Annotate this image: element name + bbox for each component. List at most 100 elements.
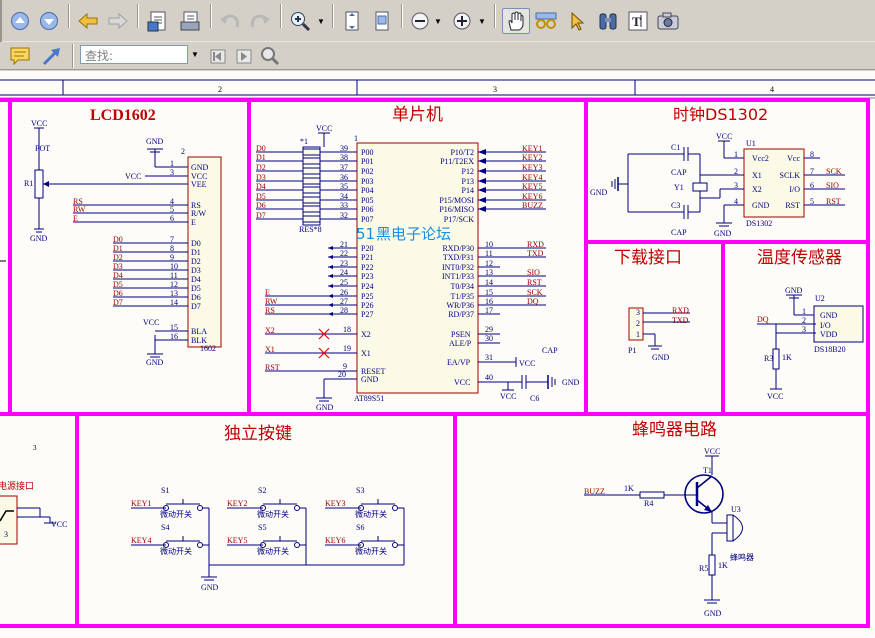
lcd-pin-name: D0 [191, 239, 201, 248]
switch-name: S4 [161, 523, 169, 532]
switch-name: S2 [258, 486, 266, 495]
pin-name: X2 [361, 330, 371, 339]
pin-name: P13 [462, 177, 474, 186]
net-label: KEY2 [522, 153, 542, 162]
c1-label: C1 [671, 143, 680, 152]
pin-num: 39 [340, 144, 348, 153]
temp-section: GND U2 GND I/O VDD 1 2 3 DQ R3 1K VCC DS… [757, 286, 864, 401]
snapshot-icon[interactable] [656, 9, 680, 33]
net-label: SIO [527, 268, 540, 277]
net-label: KEY5 [522, 182, 542, 191]
switch-label: 微动开关 [257, 546, 289, 556]
pin-name: X2 [752, 185, 762, 194]
zoom-in-icon[interactable] [288, 9, 312, 33]
key-net-label: KEY6 [325, 536, 345, 545]
switch-label: 微动开关 [160, 509, 192, 519]
zoom-plus-dropdown-icon[interactable]: ▼ [477, 9, 487, 33]
comment-icon[interactable] [8, 44, 32, 68]
pin-name: P10/T2 [450, 148, 474, 157]
u3-label: U3 [731, 505, 741, 514]
net-label: RST [527, 278, 542, 287]
fit-page-icon[interactable] [340, 9, 364, 33]
resistor-array-element [302, 157, 321, 165]
zoom-out-icon[interactable] [408, 9, 432, 33]
back-arrow-icon[interactable] [76, 9, 100, 33]
pin-name: P12 [462, 167, 474, 176]
pin-name: Vcc2 [752, 154, 769, 163]
hand-tool-icon[interactable] [502, 8, 530, 34]
pin-name: GND [820, 311, 838, 320]
select-arrow-icon[interactable] [566, 9, 590, 33]
glasses-icon[interactable] [534, 9, 558, 33]
watermark-prefix: 51 [356, 225, 375, 243]
power-jack [0, 495, 18, 545]
y1-label: Y1 [674, 183, 684, 192]
pin-num: 31 [485, 353, 493, 362]
watermark-text: 黑电子论坛 [376, 225, 451, 243]
pin-name: T1/P35 [450, 292, 474, 301]
pin-name: P16/MISO [439, 205, 474, 214]
pin-name: EA/VP [447, 358, 471, 367]
power-section: 电源接口 VCC 3 [0, 480, 67, 545]
c3-label: C3 [671, 201, 680, 210]
ds18b20-part: DS18B20 [814, 345, 846, 354]
zoom-plus-icon[interactable] [450, 9, 474, 33]
section-title-buzzer: 蜂鸣器电路 [632, 420, 717, 440]
net-label: TXD [527, 249, 544, 258]
pin-num: 27 [340, 297, 348, 306]
redo-icon[interactable] [248, 9, 272, 33]
lcd-pin-name: D3 [191, 266, 201, 275]
pin-name: VCC [454, 378, 470, 387]
cap1-label: CAP [671, 168, 687, 177]
first-result-icon[interactable] [206, 44, 230, 68]
find-icon[interactable] [258, 44, 282, 68]
p1-label: P1 [628, 346, 636, 355]
temp-vcc: VCC [767, 392, 783, 401]
switch-label: 微动开关 [355, 509, 387, 519]
pin-name: P27 [361, 310, 373, 319]
pin-num: 2 [636, 319, 640, 328]
cap-label: CAP [542, 346, 558, 355]
search-dropdown-icon[interactable]: ▼ [190, 42, 200, 66]
nav-down-icon[interactable] [37, 9, 61, 33]
mcu-pin1-label: 1 [354, 134, 358, 143]
pin-name: P17/SCK [444, 215, 474, 224]
lcd-pin-num: 3 [170, 168, 174, 177]
arrow-tool-icon[interactable] [40, 44, 64, 68]
buzzer-vcc: VCC [704, 447, 720, 456]
text-select-icon[interactable]: T [626, 9, 650, 33]
pin-name: P14 [462, 186, 474, 195]
next-result-icon[interactable] [232, 44, 256, 68]
net-label: DQ [527, 297, 539, 306]
pin-num: 28 [340, 306, 348, 315]
pin-name: RD/P37 [448, 310, 474, 319]
net-label: KEY1 [522, 144, 542, 153]
save-icon[interactable] [146, 9, 170, 33]
resistor-array-label: *1 [300, 137, 308, 146]
power-vcc: VCC [51, 520, 67, 529]
actual-size-icon[interactable] [370, 9, 394, 33]
schematic-canvas[interactable]: 2 3 4 LCD1602 单片机 时钟DS1302 下载接口 温度传感器 独立… [0, 71, 875, 638]
c6-vcc-label: VCC [500, 392, 516, 401]
pin-name: P00 [361, 148, 373, 157]
undo-icon[interactable] [218, 9, 242, 33]
print-icon[interactable] [178, 9, 202, 33]
pin-name: P01 [361, 157, 373, 166]
forward-arrow-icon[interactable] [106, 9, 130, 33]
lcd-pin-label: 2 [181, 147, 185, 156]
nav-up-icon[interactable] [8, 9, 32, 33]
buzzer-section: VCC T1 BUZZ 1K R4 U3 蜂鸣器 R5 1K GND [584, 447, 754, 618]
switch-label: 微动开关 [355, 546, 387, 556]
lcd-pin-name: E [191, 218, 196, 227]
zoom-dropdown-icon[interactable]: ▼ [316, 9, 326, 33]
pin-name: P07 [361, 215, 373, 224]
binoculars-icon[interactable] [596, 9, 620, 33]
lcd-pin-name: GND [191, 163, 209, 172]
find-toolbar: 查找: ▼ [0, 42, 875, 70]
search-input[interactable]: 查找: [80, 45, 188, 64]
keys-section: GND KEY1 S1 微动开关 KEY2 S2 微动开关 KEY3 S3 微动开关 KEY4 S4… [131, 486, 405, 592]
pin-name: WR/P36 [446, 301, 474, 310]
lcd-pin-name: D2 [191, 257, 201, 266]
zoom-out-dropdown-icon[interactable]: ▼ [433, 9, 443, 33]
t1-label: T1 [703, 466, 712, 475]
